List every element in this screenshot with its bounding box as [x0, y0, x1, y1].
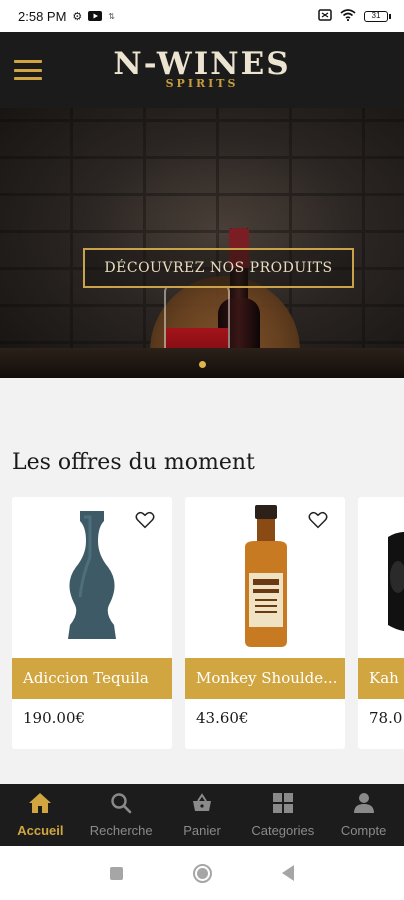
recent-apps-icon[interactable]	[110, 866, 123, 880]
wifi-icon	[340, 8, 356, 24]
product-card[interactable]: Kah 78.0	[358, 497, 404, 749]
logo-subtitle: SPIRITS	[165, 77, 239, 90]
product-card[interactable]: Adiccion Tequila 190.00€	[12, 497, 172, 749]
product-price: 78.0	[369, 709, 403, 727]
carousel-dot-active[interactable]	[198, 361, 206, 368]
product-name: Adiccion Tequila	[12, 658, 172, 699]
discover-products-button[interactable]: DÉCOUVREZ NOS PRODUITS	[83, 248, 354, 288]
battery-icon: 31	[364, 10, 391, 22]
nav-item-compte[interactable]: Compte	[323, 784, 404, 846]
nav-item-recherche[interactable]: Recherche	[81, 784, 162, 846]
status-bar: 2:58 PM ⚙ ⇅ 31	[0, 0, 404, 32]
product-image-skull-bottle	[358, 497, 404, 657]
nav-label: Accueil	[17, 823, 64, 838]
carousel-indicator	[0, 361, 404, 368]
back-icon[interactable]	[282, 865, 294, 881]
status-right: 31	[318, 8, 391, 24]
screenshot-icon	[318, 8, 332, 24]
product-carousel[interactable]: Adiccion Tequila 190.00€ Monkey Shoulde.…	[12, 497, 404, 749]
hero-banner[interactable]: DÉCOUVREZ NOS PRODUITS	[0, 108, 404, 378]
youtube-icon	[88, 9, 103, 24]
home-icon	[28, 792, 52, 819]
product-card[interactable]: Monkey Shoulde... 43.60€	[185, 497, 345, 749]
nav-label: Compte	[340, 823, 387, 838]
brand-logo[interactable]: N-WINES SPIRITS	[0, 48, 404, 89]
status-time: 2:58 PM	[18, 8, 67, 24]
status-left: 2:58 PM ⚙ ⇅	[18, 9, 115, 24]
section-title: Les offres du moment	[12, 450, 255, 475]
nav-label: Panier	[183, 823, 221, 838]
product-name: Kah	[358, 658, 404, 699]
settings-icon: ⚙	[72, 10, 83, 23]
nav-label: Categories	[251, 823, 315, 838]
product-price: 43.60€	[196, 709, 249, 727]
user-icon	[353, 792, 375, 819]
basket-icon	[191, 792, 213, 819]
favorite-heart-icon[interactable]	[307, 509, 329, 531]
nav-item-categories[interactable]: Categories	[242, 784, 323, 846]
app-header: N-WINES SPIRITS	[0, 32, 404, 108]
system-navigation-bar	[0, 846, 404, 900]
search-icon	[110, 792, 132, 819]
product-name: Monkey Shoulde...	[185, 658, 345, 699]
logo-title: N-WINES	[113, 46, 291, 82]
favorite-heart-icon[interactable]	[134, 509, 156, 531]
grid-icon	[272, 792, 294, 819]
product-price: 190.00€	[23, 709, 86, 727]
data-icon: ⇅	[108, 11, 115, 21]
nav-item-accueil[interactable]: Accueil	[0, 784, 81, 846]
home-button-icon[interactable]	[193, 863, 212, 883]
nav-label: Recherche	[89, 823, 153, 838]
nav-item-panier[interactable]: Panier	[162, 784, 243, 846]
bottom-navigation: Accueil Recherche Panier Categories Comp…	[0, 784, 404, 846]
